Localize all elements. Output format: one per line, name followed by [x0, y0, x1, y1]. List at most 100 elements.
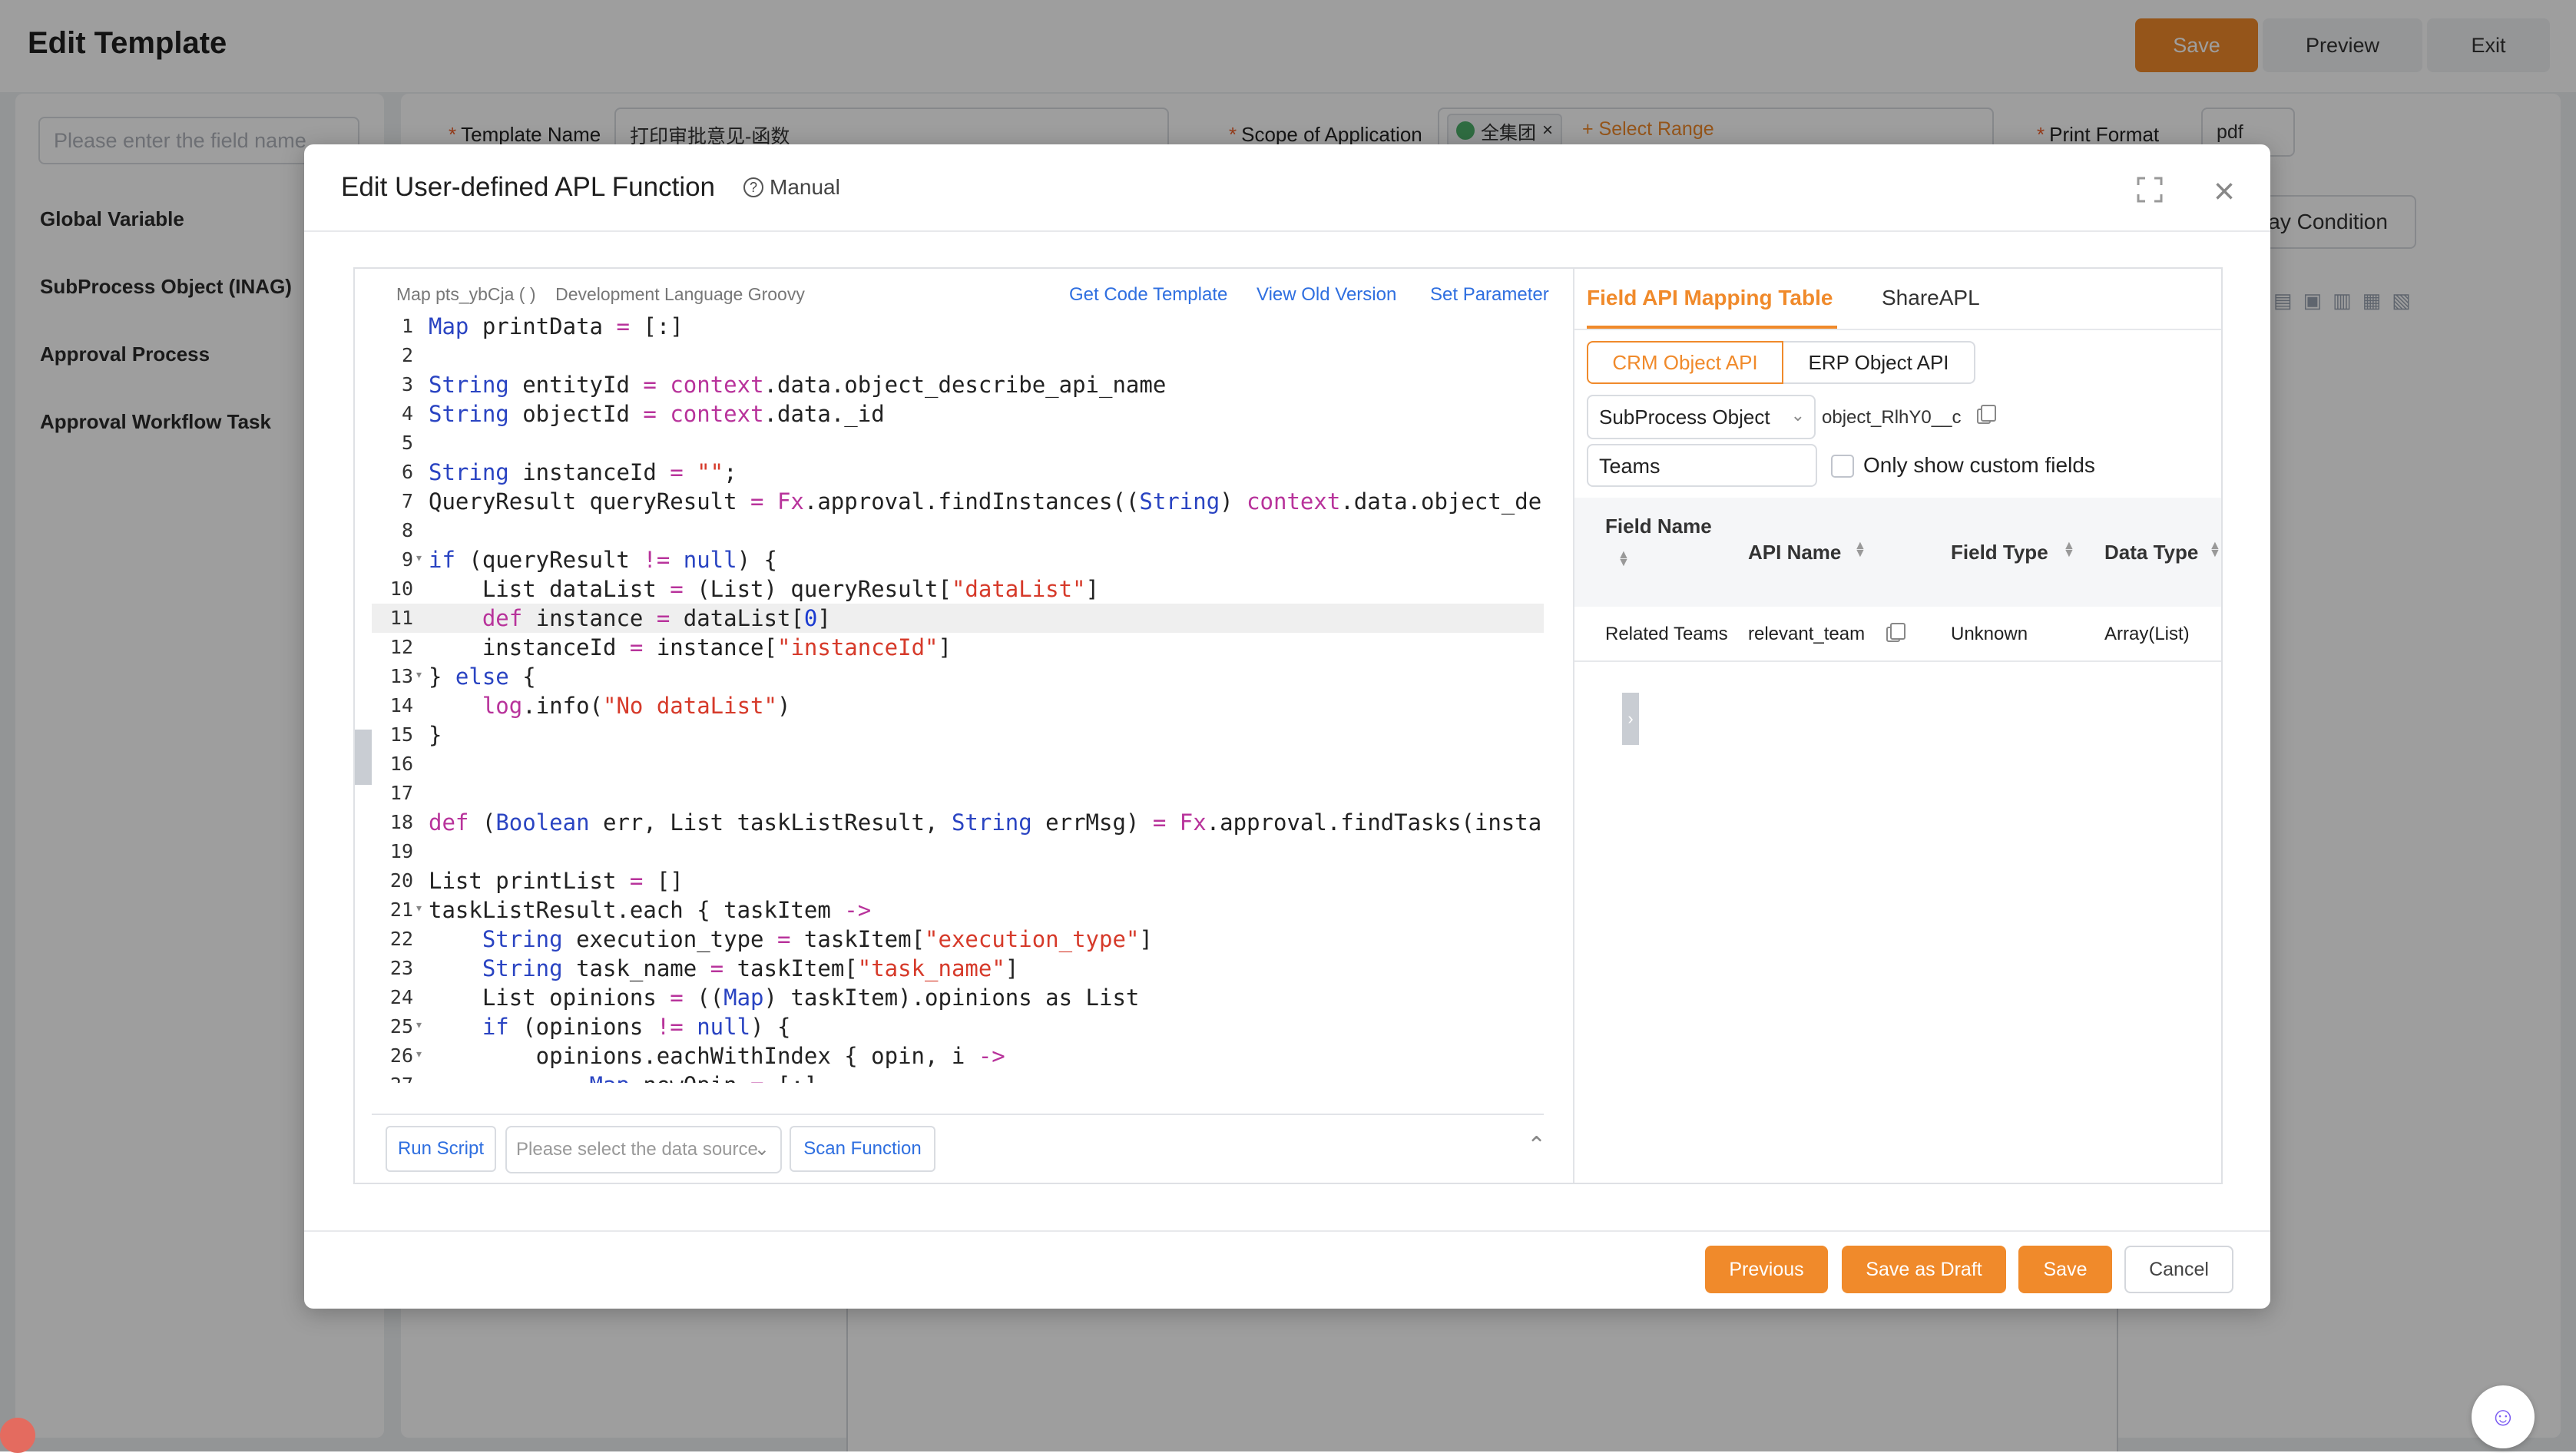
chevron-up-icon[interactable]: ⌃ [1527, 1132, 1546, 1159]
code-line[interactable]: 3 String entityId = context.data.object_d… [372, 370, 1544, 399]
code-line[interactable]: 2 [372, 341, 1544, 370]
fold-toggle-icon[interactable]: ▾ [416, 1048, 422, 1061]
code-text: log.info("No dataList") [482, 693, 791, 719]
code-line[interactable]: 19 [372, 837, 1544, 866]
code-text: String instanceId = ""; [429, 459, 737, 485]
segment-crm-object-api[interactable]: CRM Object API [1587, 341, 1783, 384]
line-number: 27 [372, 1074, 413, 1083]
fullscreen-icon[interactable] [2137, 177, 2163, 203]
code-line[interactable]: 8 [372, 516, 1544, 545]
editor-container: Map pts_ybCja ( ) Development Language G… [353, 267, 2223, 1184]
code-text: List dataList = (List) queryResult["data… [429, 576, 1100, 602]
data-source-select[interactable]: Please select the data source ⌄ [505, 1126, 782, 1173]
code-line[interactable]: 21 ▾ taskListResult.each { taskItem -> [372, 895, 1544, 925]
code-line[interactable]: 10 List dataList = (List) queryResult["d… [372, 574, 1544, 604]
fold-toggle-icon[interactable]: ▾ [416, 668, 422, 681]
save-draft-button[interactable]: Save as Draft [1842, 1246, 2006, 1293]
col-api-name[interactable]: API Name [1748, 541, 1841, 564]
code-line[interactable]: 25 ▾ if (opinions != null) { [372, 1012, 1544, 1041]
code-line[interactable]: 1 Map printData = [:] [372, 312, 1544, 341]
line-number: 10 [389, 578, 413, 600]
view-old-version-link[interactable]: View Old Version [1257, 284, 1396, 306]
code-line[interactable]: 20 List printList = [] [372, 866, 1544, 895]
close-icon[interactable]: × [2213, 174, 2235, 210]
line-number: 26 [389, 1044, 413, 1067]
line-number: 11 [389, 607, 413, 629]
sort-icon[interactable]: ▲ ▼ [2063, 540, 2075, 560]
code-line[interactable]: 24 List opinions = ((Map) taskItem).opin… [372, 983, 1544, 1012]
line-number: 17 [389, 782, 413, 804]
line-number: 7 [401, 490, 413, 512]
only-custom-checkbox[interactable] [1831, 455, 1854, 478]
sort-icon[interactable]: ▲ ▼ [1854, 540, 1866, 560]
code-line[interactable]: 22 String execution_type = taskItem["exe… [372, 925, 1544, 954]
col-field-type[interactable]: Field Type [1951, 541, 2048, 564]
line-number: 9 [401, 548, 413, 571]
code-text: def instance = dataList[0] [482, 605, 831, 631]
previous-button[interactable]: Previous [1705, 1246, 1828, 1293]
cell-field-name: Related Teams [1605, 624, 1728, 644]
left-collapse-handle[interactable] [355, 730, 372, 785]
line-number: 18 [389, 811, 413, 833]
code-line[interactable]: 6 String instanceId = ""; [372, 458, 1544, 487]
modal-title: Edit User-defined APL Function [341, 172, 716, 202]
line-number: 19 [389, 840, 413, 862]
floating-indicator[interactable] [0, 1418, 35, 1453]
code-line[interactable]: 5 [372, 429, 1544, 458]
code-line[interactable]: 17 [372, 779, 1544, 808]
code-text: String entityId = context.data.object_de… [429, 372, 1167, 398]
code-line[interactable]: 27 Map newOpin = [:] [372, 1071, 1544, 1083]
code-line[interactable]: 15} [372, 720, 1544, 750]
segment-erp-object-api[interactable]: ERP Object API [1783, 341, 1975, 384]
fold-toggle-icon[interactable]: ▾ [416, 1018, 422, 1031]
fold-toggle-icon[interactable]: ▾ [416, 902, 422, 915]
run-script-button[interactable]: Run Script [386, 1126, 496, 1172]
code-text: Map newOpin = [:] [429, 1072, 818, 1083]
sort-icon[interactable]: ▲ ▼ [1617, 549, 1630, 569]
code-text: opinions.eachWithIndex { opin, i -> [429, 1043, 1005, 1069]
copy-icon[interactable] [1886, 623, 1906, 642]
line-number: 4 [401, 402, 413, 425]
field-filter-input[interactable]: Teams [1587, 444, 1817, 487]
code-line[interactable]: 11 def instance = dataList[0] [372, 604, 1544, 633]
sort-icon[interactable]: ▲ ▼ [2209, 540, 2221, 560]
code-line[interactable]: 12 instanceId = instance["instanceId"] [372, 633, 1544, 662]
line-number: 5 [401, 432, 413, 454]
line-number: 22 [389, 928, 413, 950]
code-line[interactable]: 4 String objectId = context.data._id [372, 399, 1544, 429]
code-line[interactable]: 7 QueryResult queryResult = Fx.approval.f… [372, 487, 1544, 516]
code-line[interactable]: 9 ▾ if (queryResult != null) { [372, 545, 1544, 574]
help-icon: ? [743, 177, 763, 197]
save-button[interactable]: Save [2018, 1246, 2112, 1293]
code-line[interactable]: 23 String task_name = taskItem["task_nam… [372, 954, 1544, 983]
table-row[interactable]: Related Teams relevant_team Unknown Arra… [1574, 607, 2221, 662]
code-line[interactable]: 16 [372, 750, 1544, 779]
manual-link[interactable]: ? Manual [743, 175, 840, 200]
assistant-bot-icon[interactable]: ☺ [2472, 1385, 2535, 1448]
only-custom-label: Only show custom fields [1863, 453, 2095, 477]
tab-field-api-mapping[interactable]: Field API Mapping Table [1587, 286, 1833, 310]
col-field-name[interactable]: Field Name [1605, 515, 1712, 538]
col-data-type[interactable]: Data Type [2104, 541, 2198, 564]
code-line[interactable]: 14 log.info("No dataList") [372, 691, 1544, 720]
code-text: } else { [429, 664, 536, 690]
code-editor[interactable]: 1 Map printData = [:] 2 3 String entityId = … [372, 312, 1544, 1083]
scan-function-button[interactable]: Scan Function [790, 1126, 935, 1172]
object-api-name: object_RlhY0__c [1822, 407, 1962, 428]
set-parameter-link[interactable]: Set Parameter [1430, 284, 1549, 306]
code-line[interactable]: 13 ▾} else { [372, 662, 1544, 691]
fold-toggle-icon[interactable]: ▾ [416, 551, 422, 564]
tab-shareapl[interactable]: ShareAPL [1882, 286, 1980, 310]
editor-info: Map pts_ybCja ( ) Development Language G… [396, 284, 805, 304]
code-text: if (queryResult != null) { [429, 547, 777, 573]
copy-icon[interactable] [1977, 405, 1996, 424]
chevron-down-icon: ⌄ [1790, 405, 1805, 425]
cell-field-type: Unknown [1951, 624, 2028, 644]
line-number: 1 [401, 315, 413, 337]
cancel-button[interactable]: Cancel [2124, 1246, 2233, 1293]
code-text: String task_name = taskItem["task_name"] [482, 955, 1019, 981]
get-code-template-link[interactable]: Get Code Template [1069, 284, 1227, 306]
code-line[interactable]: 26 ▾ opinions.eachWithIndex { opin, i -> [372, 1041, 1544, 1071]
object-select[interactable]: SubProcess Object ⌄ [1587, 395, 1816, 439]
code-line[interactable]: 18 def (Boolean err, List taskListResult,… [372, 808, 1544, 837]
